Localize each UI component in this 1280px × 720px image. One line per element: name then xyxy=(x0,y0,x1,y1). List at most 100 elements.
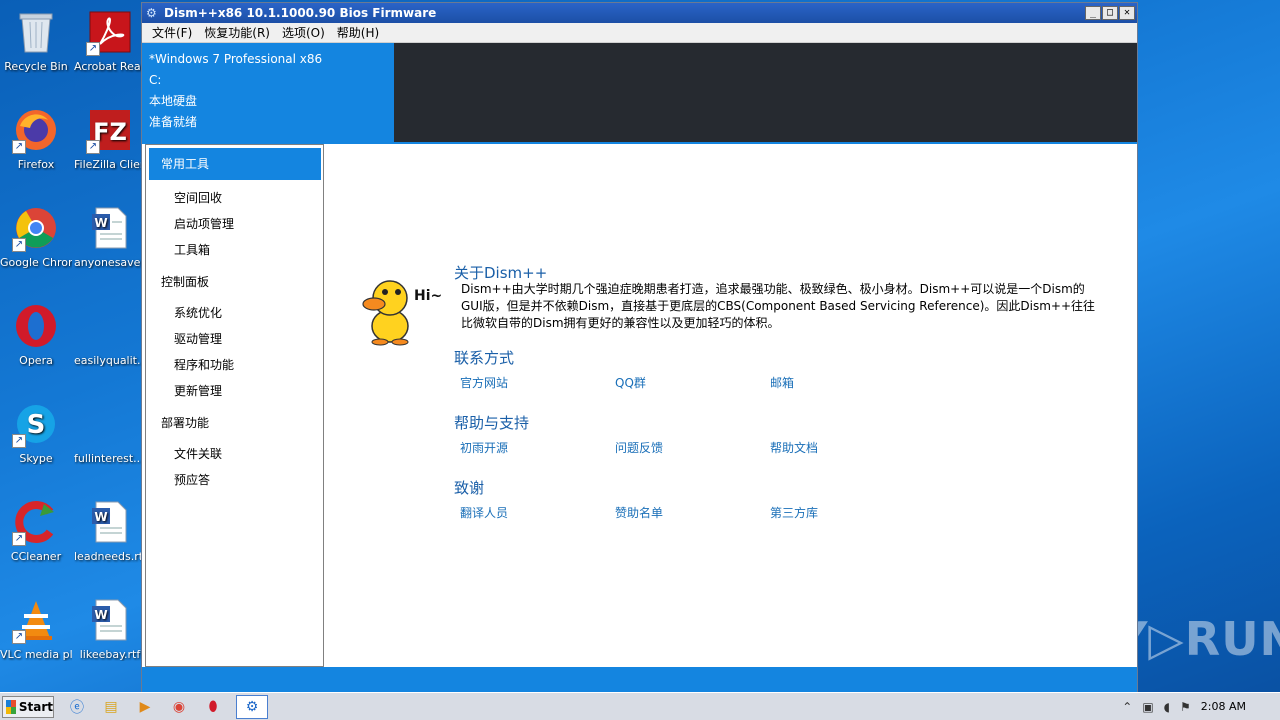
desktop-icon-likeebay[interactable]: W likeebay.rtf xyxy=(74,596,146,661)
menu-bar: 文件(F) 恢复功能(R) 选项(O) 帮助(H) xyxy=(142,23,1137,43)
desktop-icon-filezilla[interactable]: FZ ↗ FileZilla Client xyxy=(74,106,146,171)
sidebar: 常用工具 空间回收 启动项管理 工具箱 控制面板 系统优化 驱动管理 程序和功能… xyxy=(145,144,324,667)
desktop-icon-firefox[interactable]: ↗ Firefox xyxy=(0,106,72,171)
dism-taskbar-icon[interactable]: ⚙ xyxy=(236,694,268,719)
windows-logo-icon xyxy=(6,699,16,714)
chrome-taskbar-icon[interactable]: ◉ xyxy=(168,696,190,718)
desktop-icon-leadneeds[interactable]: W leadneeds.rtf xyxy=(74,498,146,563)
desktop-icon-skype[interactable]: S ↗ Skype xyxy=(0,400,72,465)
word-doc-icon: W xyxy=(86,204,134,252)
svg-text:W: W xyxy=(94,510,107,524)
clock[interactable]: 2:08 AM xyxy=(1201,700,1246,713)
start-button[interactable]: Start xyxy=(2,695,54,718)
chrome-icon: ↗ xyxy=(12,204,60,252)
shortcut-arrow-icon: ↗ xyxy=(86,140,100,154)
translators-link[interactable]: 翻译人员 xyxy=(460,504,508,521)
desktop-icon-acrobat[interactable]: ↗ Acrobat Reader DC xyxy=(74,8,146,73)
svg-text:S: S xyxy=(27,410,46,440)
svg-text:W: W xyxy=(94,216,107,230)
third-party-link[interactable]: 第三方库 xyxy=(770,504,818,521)
sidebar-item-driver-management[interactable]: 驱动管理 xyxy=(174,330,222,347)
desktop-icon-vlc[interactable]: ↗ VLC media player xyxy=(0,596,72,661)
blank-file-icon xyxy=(86,400,134,448)
vlc-icon: ↗ xyxy=(12,596,60,644)
image-info-panel[interactable]: *Windows 7 Professional x86 C: 本地硬盘 准备就绪 xyxy=(142,43,394,142)
menu-restore[interactable]: 恢复功能(R) xyxy=(198,24,276,41)
menu-help[interactable]: 帮助(H) xyxy=(331,24,385,41)
close-button[interactable]: ✕ xyxy=(1119,6,1135,20)
duck-mascot-image: Hi~ xyxy=(360,270,442,346)
contact-title: 联系方式 xyxy=(454,349,515,367)
desktop-icon-opera[interactable]: Opera xyxy=(0,302,72,367)
dism-window: ⚙ Dism++x86 10.1.1000.90 Bios Firmware _… xyxy=(141,2,1138,692)
media-player-icon[interactable]: ▶ xyxy=(134,696,156,718)
sidebar-item-space-recovery[interactable]: 空间回收 xyxy=(174,189,222,206)
hi-speech-text: Hi~ xyxy=(414,288,442,304)
minimize-button[interactable]: _ xyxy=(1085,6,1101,20)
title-bar[interactable]: ⚙ Dism++x86 10.1.1000.90 Bios Firmware _… xyxy=(142,3,1137,23)
about-text: Dism++由大学时期几个强迫症晚期患者打造，追求最强功能、极致绿色、极小身材。… xyxy=(461,282,1096,330)
show-hidden-icons-icon[interactable]: ⌃ xyxy=(1122,700,1132,714)
skype-icon: S ↗ xyxy=(12,400,60,448)
sidebar-item-startup-management[interactable]: 启动项管理 xyxy=(174,215,234,232)
help-docs-link[interactable]: 帮助文档 xyxy=(770,439,818,456)
drive-letter: C: xyxy=(149,73,162,87)
sidebar-item-file-association[interactable]: 文件关联 xyxy=(174,445,222,462)
thanks-title: 致谢 xyxy=(454,479,485,497)
menu-options[interactable]: 选项(O) xyxy=(276,24,331,41)
sidebar-item-update-management[interactable]: 更新管理 xyxy=(174,382,222,399)
maximize-button[interactable]: □ xyxy=(1102,6,1118,20)
svg-text:W: W xyxy=(94,608,107,622)
official-website-link[interactable]: 官方网站 xyxy=(460,374,508,391)
sidebar-item-system-optimization[interactable]: 系统优化 xyxy=(174,304,222,321)
shortcut-arrow-icon: ↗ xyxy=(12,238,26,252)
status-text: 准备就绪 xyxy=(149,115,198,129)
sidebar-item-programs-features[interactable]: 程序和功能 xyxy=(174,356,234,373)
desktop-icon-chrome[interactable]: ↗ Google Chrome xyxy=(0,204,72,269)
os-name: *Windows 7 Professional x86 xyxy=(149,52,323,66)
qq-group-link[interactable]: QQ群 xyxy=(615,374,646,391)
ccleaner-icon: ↗ xyxy=(12,498,60,546)
recycle-bin-icon xyxy=(12,8,60,56)
acrobat-icon: ↗ xyxy=(86,8,134,56)
volume-icon[interactable]: ◖ xyxy=(1164,700,1170,714)
shortcut-arrow-icon: ↗ xyxy=(86,42,100,56)
shortcut-arrow-icon: ↗ xyxy=(12,630,26,644)
shortcut-arrow-icon: ↗ xyxy=(12,434,26,448)
gear-icon: ⚙ xyxy=(146,6,157,20)
feedback-link[interactable]: 问题反馈 xyxy=(615,439,663,456)
system-tray: ⌃ ▣ ◖ ⚑ 2:08 AM xyxy=(1122,693,1280,720)
blank-file-icon xyxy=(86,302,134,350)
filezilla-icon: FZ ↗ xyxy=(86,106,134,154)
email-link[interactable]: 邮箱 xyxy=(770,374,794,391)
action-center-flag-icon[interactable]: ⚑ xyxy=(1180,700,1191,714)
sidebar-item-control-panel[interactable]: 控制面板 xyxy=(161,273,209,290)
image-header: *Windows 7 Professional x86 C: 本地硬盘 准备就绪 xyxy=(142,43,1137,142)
desktop-icon-easilyqualit[interactable]: easilyqualit... xyxy=(74,302,146,367)
shortcut-arrow-icon: ↗ xyxy=(12,140,26,154)
ie-icon[interactable]: ⓔ xyxy=(66,696,88,718)
disk-type: 本地硬盘 xyxy=(149,94,198,108)
opera-taskbar-icon[interactable]: ⬮ xyxy=(202,696,224,718)
word-doc-icon: W xyxy=(86,596,134,644)
sidebar-item-toolbox[interactable]: 工具箱 xyxy=(174,241,210,258)
sidebar-item-pre-answer[interactable]: 预应答 xyxy=(174,471,210,488)
network-icon[interactable]: ▣ xyxy=(1142,700,1153,714)
word-doc-icon: W xyxy=(86,498,134,546)
about-title: 关于Dism++ xyxy=(454,264,548,282)
support-title: 帮助与支持 xyxy=(454,414,530,432)
desktop-icon-ccleaner[interactable]: ↗ CCleaner xyxy=(0,498,72,563)
desktop-icon-fullinterest[interactable]: fullinterest.... xyxy=(74,400,146,465)
sidebar-item-deployment[interactable]: 部署功能 xyxy=(161,414,209,431)
shortcut-arrow-icon: ↗ xyxy=(12,532,26,546)
desktop-icon-recycle-bin[interactable]: Recycle Bin xyxy=(0,8,72,73)
window-title: Dism++x86 10.1.1000.90 Bios Firmware xyxy=(164,6,437,20)
sidebar-item-common-tools[interactable]: 常用工具 xyxy=(149,148,321,180)
desktop-icon-anyonesave[interactable]: W anyonesave.... xyxy=(74,204,146,269)
folder-icon[interactable]: ▤ xyxy=(100,696,122,718)
open-source-link[interactable]: 初雨开源 xyxy=(460,439,508,456)
sponsors-link[interactable]: 赞助名单 xyxy=(615,504,663,521)
menu-file[interactable]: 文件(F) xyxy=(146,24,198,41)
main-content: 常用工具 空间回收 启动项管理 工具箱 控制面板 系统优化 驱动管理 程序和功能… xyxy=(142,144,1137,667)
firefox-icon: ↗ xyxy=(12,106,60,154)
